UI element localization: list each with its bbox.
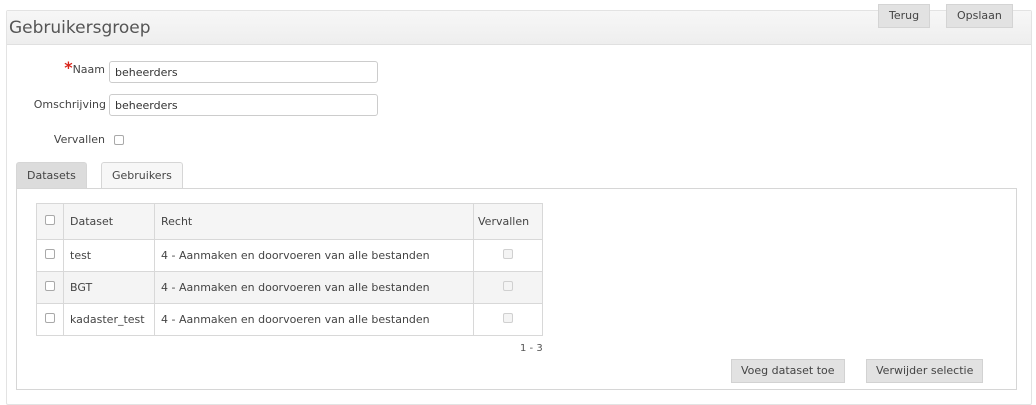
- naam-label-wrap: *Naam: [55, 58, 105, 77]
- cell-dataset: test: [63, 239, 155, 272]
- tab-datasets[interactable]: Datasets: [16, 162, 87, 189]
- page-title: Gebruikersgroep: [9, 18, 151, 38]
- cell-recht: 4 - Aanmaken en doorvoeren van alle best…: [154, 271, 474, 304]
- cell-recht: 4 - Aanmaken en doorvoeren van alle best…: [154, 239, 474, 272]
- pager-info: 1 - 3: [520, 343, 543, 354]
- tab-gebruikers[interactable]: Gebruikers: [101, 162, 183, 189]
- cell-dataset: BGT: [63, 271, 155, 304]
- vervallen-checkbox[interactable]: [114, 135, 124, 145]
- naam-label: Naam: [72, 63, 105, 76]
- col-vervallen[interactable]: Vervallen: [473, 203, 543, 240]
- table-row[interactable]: BGT 4 - Aanmaken en doorvoeren van alle …: [36, 271, 543, 304]
- add-dataset-button[interactable]: Voeg dataset toe: [731, 359, 845, 383]
- row-vervallen-checkbox: [503, 281, 513, 291]
- cell-dataset: kadaster_test: [63, 303, 155, 336]
- table-header-row: Dataset Recht Vervallen: [36, 203, 543, 240]
- delete-selection-button[interactable]: Verwijder selectie: [866, 359, 984, 383]
- table-row[interactable]: kadaster_test 4 - Aanmaken en doorvoeren…: [36, 303, 543, 336]
- omschrijving-field[interactable]: [109, 94, 378, 116]
- row-select-checkbox[interactable]: [45, 249, 55, 259]
- required-marker: *: [64, 58, 73, 77]
- select-all-checkbox[interactable]: [45, 215, 55, 225]
- row-vervallen-checkbox: [503, 249, 513, 259]
- cell-recht: 4 - Aanmaken en doorvoeren van alle best…: [154, 303, 474, 336]
- back-button[interactable]: Terug: [878, 4, 931, 28]
- row-vervallen-checkbox: [503, 313, 513, 323]
- vervallen-label: Vervallen: [53, 133, 105, 146]
- col-recht[interactable]: Recht: [154, 203, 474, 240]
- row-select-checkbox[interactable]: [45, 281, 55, 291]
- naam-field[interactable]: [109, 61, 378, 83]
- row-select-checkbox[interactable]: [45, 313, 55, 323]
- save-button[interactable]: Opslaan: [946, 4, 1013, 28]
- col-dataset[interactable]: Dataset: [63, 203, 155, 240]
- datasets-table: Dataset Recht Vervallen test 4 - Aanmake…: [36, 203, 543, 336]
- table-row[interactable]: test 4 - Aanmaken en doorvoeren van alle…: [36, 239, 543, 272]
- omschrijving-label: Omschrijving: [33, 98, 106, 111]
